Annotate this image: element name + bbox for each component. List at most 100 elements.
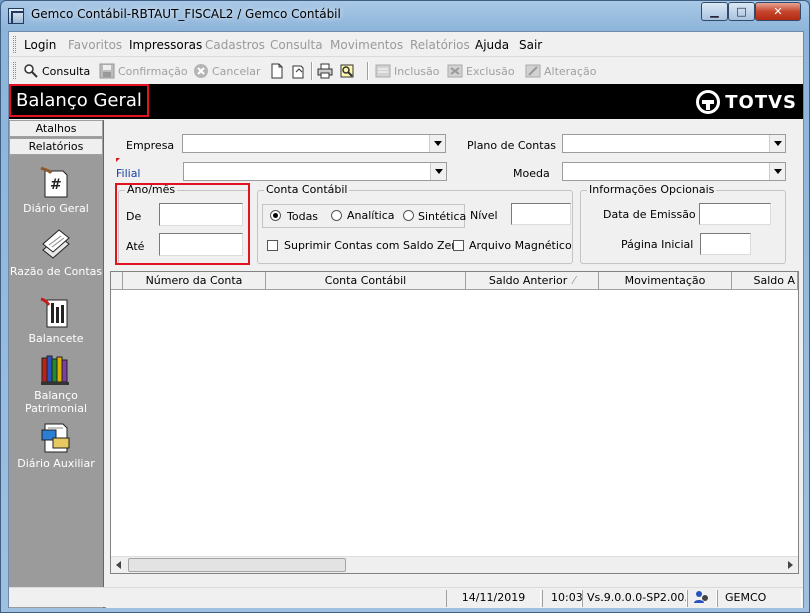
svg-text:#: # xyxy=(50,177,62,193)
column-movimentacao[interactable]: Movimentação xyxy=(599,272,732,290)
cancel-icon xyxy=(193,63,209,79)
books-icon xyxy=(39,352,73,386)
sidebar-item-label: Diário Auxiliar xyxy=(17,457,95,470)
pagina-inicial-input[interactable] xyxy=(700,233,751,255)
search-icon xyxy=(23,63,39,79)
required-marker xyxy=(116,158,120,162)
column-label: Saldo Anterior xyxy=(488,274,568,287)
empresa-combo[interactable] xyxy=(182,134,446,153)
tipo-conta-radiogroup: Todas Analítica Sintética xyxy=(262,204,466,228)
menu-sair[interactable]: Sair xyxy=(519,38,542,52)
menu-favoritos[interactable]: Favoritos xyxy=(68,38,122,52)
consulta-button[interactable]: Consulta xyxy=(23,62,90,80)
menu-consulta[interactable]: Consulta xyxy=(270,38,323,52)
nivel-label: Nível xyxy=(470,209,498,222)
horizontal-scrollbar[interactable] xyxy=(111,556,798,573)
ano-mes-highlight xyxy=(115,183,250,265)
column-numero-da-conta[interactable]: Número da Conta xyxy=(123,272,266,290)
inclusao-button[interactable]: Inclusão xyxy=(375,62,440,80)
todas-label[interactable]: Todas xyxy=(287,210,318,223)
status-bar: 14/11/2019 10:03 Vs.9.0.0.0-SP2.00.0 GEM… xyxy=(9,587,803,607)
status-time: 10:03 xyxy=(542,590,583,607)
open-button[interactable] xyxy=(290,62,309,80)
totvs-logo: TOTVS xyxy=(696,90,797,114)
plano-de-contas-label: Plano de Contas xyxy=(467,139,557,152)
cancelar-label: Cancelar xyxy=(212,64,261,78)
accounts-grid[interactable]: Número da Conta Conta Contábil Saldo Ant… xyxy=(110,271,799,574)
suprimir-checkbox[interactable] xyxy=(267,240,278,251)
chevron-down-icon[interactable] xyxy=(769,163,785,180)
sidebar-item-diario-geral[interactable]: # Diário Geral xyxy=(9,165,103,215)
exclusao-label: Exclusão xyxy=(466,64,515,78)
open-document-icon xyxy=(290,63,306,79)
radio-todas[interactable] xyxy=(270,210,281,221)
confirmacao-button[interactable]: Confirmação xyxy=(99,62,188,80)
informacoes-opcionais-group: Informações Opcionais Data de Emissão Pá… xyxy=(580,183,786,264)
save-icon xyxy=(99,63,115,79)
insert-icon xyxy=(375,63,391,79)
sidebar-tab-relatorios[interactable]: Relatórios xyxy=(9,138,103,155)
print-button[interactable] xyxy=(317,62,336,80)
menu-ajuda[interactable]: Ajuda xyxy=(475,38,509,52)
column-conta-contabil[interactable]: Conta Contábil xyxy=(266,272,466,290)
menu-movimentos[interactable]: Movimentos xyxy=(330,38,403,52)
new-document-icon xyxy=(269,63,285,79)
sidebar-item-balanco-patrimonial[interactable]: Balanço Patrimonial xyxy=(9,352,103,415)
plano-de-contas-combo[interactable] xyxy=(562,134,786,153)
printer-icon xyxy=(317,63,333,79)
user-icon xyxy=(687,590,717,607)
close-button[interactable]: ✕ xyxy=(755,2,801,21)
logo-text: TOTVS xyxy=(725,91,797,113)
radio-analitica[interactable] xyxy=(331,210,342,221)
chevron-down-icon[interactable] xyxy=(430,163,446,180)
analitica-label[interactable]: Analítica xyxy=(347,209,395,222)
client-area: Login Favoritos Impressoras Cadastros Co… xyxy=(8,31,804,608)
sidebar-tab-atalhos[interactable]: Atalhos xyxy=(9,120,103,137)
maximize-icon: □ xyxy=(736,5,747,18)
toolbar-grip xyxy=(13,62,16,79)
maximize-button[interactable]: □ xyxy=(728,2,755,21)
new-document-button[interactable] xyxy=(269,62,288,80)
scroll-left-icon[interactable] xyxy=(116,561,121,569)
toolbar-separator xyxy=(311,62,313,80)
cancelar-button[interactable]: Cancelar xyxy=(193,62,261,80)
title-bar[interactable]: Gemco Contábil-RBTAUT_FISCAL2 / Gemco Co… xyxy=(1,1,809,31)
sidebar-item-label: Balancete xyxy=(28,332,84,345)
moeda-combo[interactable] xyxy=(562,162,786,181)
radio-sintetica[interactable] xyxy=(403,210,414,221)
arquivo-magnetico-checkbox[interactable] xyxy=(453,240,464,251)
data-emissao-input[interactable] xyxy=(699,203,771,225)
minimize-button[interactable]: ▁ xyxy=(701,2,728,21)
column-saldo-atual[interactable]: Saldo A xyxy=(732,272,798,290)
nivel-input[interactable] xyxy=(511,203,571,225)
menu-cadastros[interactable]: Cadastros xyxy=(205,38,265,52)
app-icon[interactable] xyxy=(8,8,24,24)
preview-button[interactable] xyxy=(339,62,358,80)
sintetica-label[interactable]: Sintética xyxy=(418,210,466,223)
filial-label: Filial xyxy=(116,167,141,180)
conta-contabil-title: Conta Contábil xyxy=(264,183,350,196)
status-date: 14/11/2019 xyxy=(446,590,541,607)
suprimir-label[interactable]: Suprimir Contas com Saldo Zero xyxy=(284,239,462,252)
menu-impressoras[interactable]: Impressoras xyxy=(129,38,202,52)
exclusao-button[interactable]: Exclusão xyxy=(447,62,515,80)
sort-icon: ⁄ xyxy=(573,274,576,287)
menu-login[interactable]: Login xyxy=(24,38,56,52)
sidebar-item-razao-de-contas[interactable]: Razão de Contas xyxy=(9,228,103,278)
ledger-icon xyxy=(39,228,73,262)
filial-combo[interactable] xyxy=(183,162,447,181)
column-saldo-anterior[interactable]: Saldo Anterior ⁄ xyxy=(466,272,599,290)
chevron-down-icon[interactable] xyxy=(429,135,445,152)
sidebar-item-balancete[interactable]: Balancete xyxy=(9,295,103,345)
scroll-right-icon[interactable] xyxy=(788,561,793,569)
close-icon: ✕ xyxy=(773,5,783,18)
sidebar-item-diario-auxiliar[interactable]: Diário Auxiliar xyxy=(9,420,103,470)
toolbar: Consulta Confirmação Cancelar Inclusão E… xyxy=(9,58,803,83)
chevron-down-icon[interactable] xyxy=(769,135,785,152)
scrollbar-thumb[interactable] xyxy=(128,558,346,572)
arquivo-magnetico-label[interactable]: Arquivo Magnético xyxy=(469,239,572,252)
menu-relatorios[interactable]: Relatórios xyxy=(410,38,470,52)
alteracao-button[interactable]: Alteração xyxy=(525,62,596,80)
alteracao-label: Alteração xyxy=(544,64,597,78)
application-window: Gemco Contábil-RBTAUT_FISCAL2 / Gemco Co… xyxy=(0,0,810,613)
